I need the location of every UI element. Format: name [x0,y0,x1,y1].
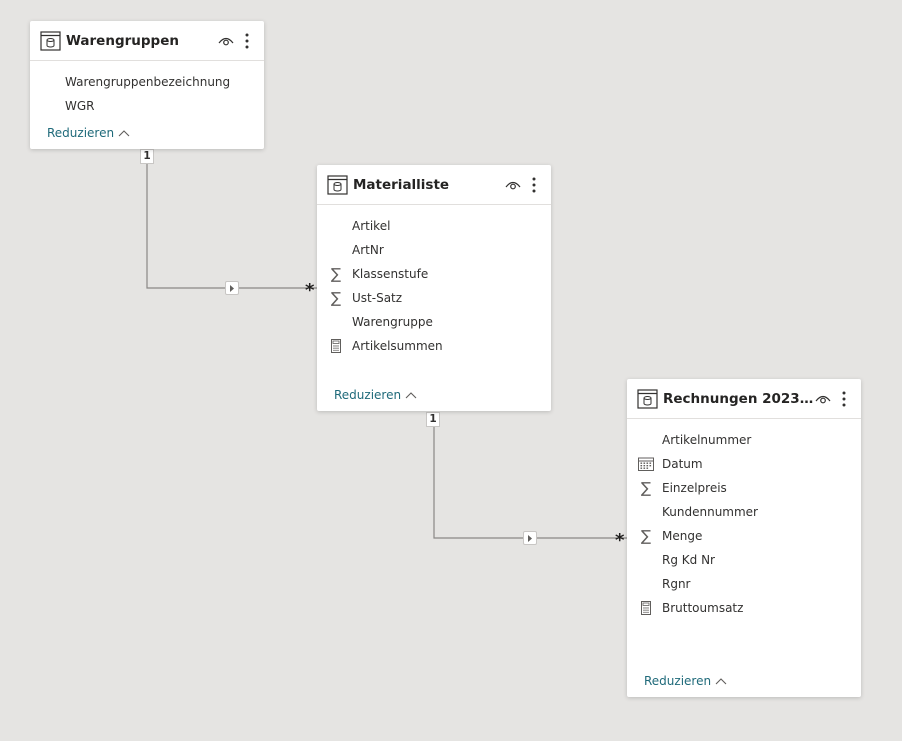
field-label: Artikelsummen [352,339,443,353]
table-title: Materialliste [353,176,450,193]
cardinality-one-label: 1 [426,412,440,427]
collapse-button[interactable]: Reduzieren [644,674,727,688]
field-row[interactable]: ∑ Menge [627,524,861,548]
visibility-eye-icon[interactable] [814,390,832,408]
table-card-materialliste[interactable]: Materialliste Artikel ArtNr ∑ Klassenstu… [317,165,551,411]
field-label: Einzelpreis [662,481,727,495]
table-card-rechnungen[interactable]: Rechnungen 2023_20... Artikelnummer [627,379,861,697]
field-row[interactable]: Artikelsummen [317,334,551,358]
field-row[interactable]: Warengruppe [317,310,551,334]
cardinality-many-label: * [305,280,315,301]
table-card-warengruppen[interactable]: Warengruppen Warengruppenbezeichnung WGR… [30,21,264,149]
filter-direction-arrow-icon[interactable] [225,281,239,295]
field-row[interactable]: Artikel [317,214,551,238]
field-label: Klassenstufe [352,267,429,281]
chevron-up-icon [715,678,727,685]
field-label: Datum [662,457,703,471]
visibility-eye-icon[interactable] [504,176,522,194]
table-title: Warengruppen [66,32,179,49]
more-options-icon[interactable] [525,176,543,194]
filter-direction-arrow-icon[interactable] [523,531,537,545]
field-label: ArtNr [352,243,384,257]
visibility-eye-icon[interactable] [217,32,235,50]
sigma-icon: ∑ [640,527,652,545]
relationship-line-warengruppen-materialliste [146,163,317,289]
cardinality-many-label: * [615,530,625,551]
field-row[interactable]: Rgnr [627,572,861,596]
field-row[interactable]: WGR [30,94,264,118]
more-options-icon[interactable] [238,32,256,50]
field-row[interactable]: ArtNr [317,238,551,262]
table-icon [39,30,61,52]
table-icon [636,388,658,410]
chevron-up-icon [118,130,130,137]
field-label: Rgnr [662,577,691,591]
calculator-icon [327,339,345,353]
collapse-button[interactable]: Reduzieren [334,388,417,402]
field-label: WGR [65,99,95,113]
model-canvas[interactable]: 1 * 1 * Warengruppen Warengruppenbezeich… [0,0,902,741]
field-label: Artikelnummer [662,433,752,447]
field-row[interactable]: Rg Kd Nr [627,548,861,572]
field-label: Kundennummer [662,505,758,519]
sigma-icon: ∑ [330,265,342,283]
collapse-label: Reduzieren [334,388,402,402]
sigma-icon: ∑ [640,479,652,497]
table-title: Rechnungen 2023_20... [663,390,814,407]
more-options-icon[interactable] [835,390,853,408]
sigma-icon: ∑ [330,289,342,307]
field-row[interactable]: Warengruppenbezeichnung [30,70,264,94]
field-row[interactable]: ∑ Ust-Satz [317,286,551,310]
field-label: Rg Kd Nr [662,553,715,567]
field-label: Warengruppe [352,315,433,329]
field-row[interactable]: Artikelnummer [627,428,861,452]
table-card-header[interactable]: Materialliste [317,165,551,205]
table-card-header[interactable]: Rechnungen 2023_20... [627,379,861,419]
field-label: Bruttoumsatz [662,601,744,615]
collapse-button[interactable]: Reduzieren [47,126,130,140]
field-label: Artikel [352,219,391,233]
field-row[interactable]: ∑ Einzelpreis [627,476,861,500]
field-label: Warengruppenbezeichnung [65,75,231,89]
field-label: Menge [662,529,703,543]
table-card-header[interactable]: Warengruppen [30,21,264,61]
calendar-icon [637,457,655,471]
cardinality-one-label: 1 [140,149,154,164]
table-icon [326,174,348,196]
field-label: Ust-Satz [352,291,403,305]
field-row[interactable]: Kundennummer [627,500,861,524]
field-row[interactable]: Bruttoumsatz [627,596,861,620]
calculator-icon [637,601,655,615]
field-row[interactable]: ∑ Klassenstufe [317,262,551,286]
relationship-line-materialliste-rechnungen [433,426,627,539]
collapse-label: Reduzieren [644,674,712,688]
field-row[interactable]: Datum [627,452,861,476]
collapse-label: Reduzieren [47,126,115,140]
chevron-up-icon [405,392,417,399]
